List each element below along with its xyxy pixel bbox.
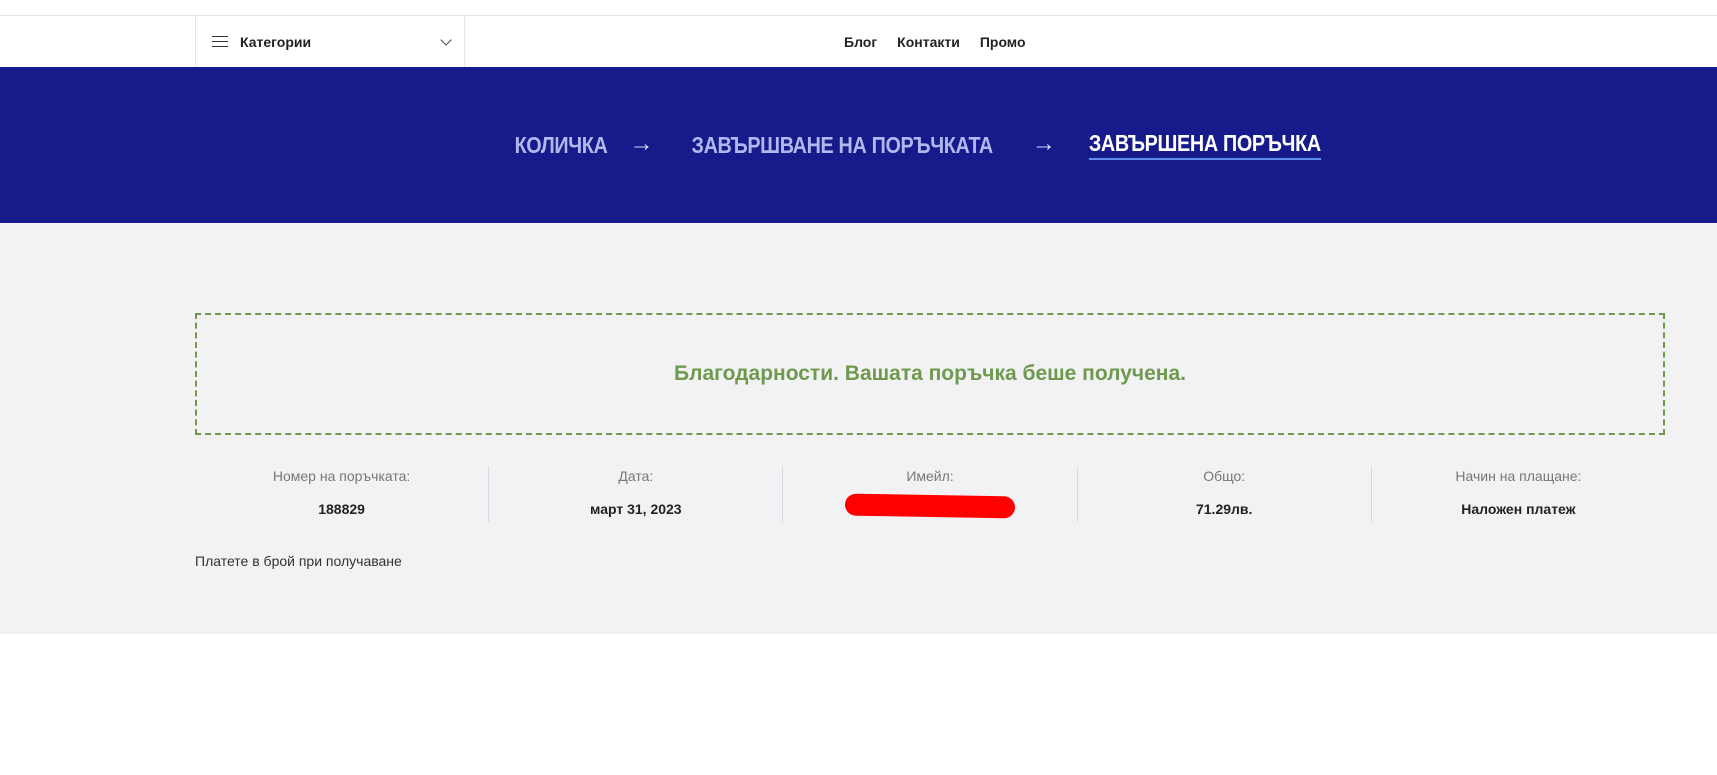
email-label: Имейл:: [906, 468, 954, 484]
step-checkout[interactable]: ЗАВЪРШВАНЕ НА ПОРЪЧКАТА: [692, 132, 994, 159]
chevron-down-icon: [440, 33, 452, 46]
top-bar: [0, 0, 1717, 16]
order-received-section: Благодарности. Вашата поръчка беше получ…: [0, 223, 1717, 634]
arrow-right-icon: →: [1031, 130, 1056, 157]
total-value: 71.29лв.: [1195, 501, 1253, 517]
page-bottom: [0, 634, 1717, 775]
menu-icon: [212, 35, 228, 48]
nav-link-contacts[interactable]: Контакти: [897, 34, 960, 50]
overview-payment-method: Начин на плащане: Наложен платеж: [1372, 466, 1665, 522]
date-label: Дата:: [618, 468, 654, 484]
step-cart[interactable]: КОЛИЧКА: [515, 132, 608, 159]
overview-email: Имейл:: [783, 466, 1078, 522]
payment-instructions: Платете в брой при получаване: [195, 553, 402, 569]
site-header: Категории Блог Контакти Промо: [0, 16, 1717, 67]
overview-date: Дата: март 31, 2023: [489, 466, 784, 522]
email-redaction: [844, 493, 1016, 519]
order-number-label: Номер на поръчката:: [272, 468, 411, 484]
breadcrumb: КОЛИЧКА → ЗАВЪРШВАНЕ НА ПОРЪЧКАТА → ЗАВЪ…: [0, 67, 1717, 223]
nav-link-blog[interactable]: Блог: [844, 34, 877, 50]
total-label: Общо:: [1203, 468, 1246, 484]
categories-dropdown[interactable]: Категории: [195, 16, 465, 67]
overview-total: Общо: 71.29лв.: [1078, 466, 1372, 522]
nav-link-promo[interactable]: Промо: [980, 34, 1026, 50]
arrow-right-icon: →: [629, 130, 654, 157]
main-nav: Блог Контакти Промо: [844, 16, 1026, 67]
order-received-notice: Благодарности. Вашата поръчка беше получ…: [195, 313, 1665, 435]
notice-text: Благодарности. Вашата поръчка беше получ…: [674, 362, 1186, 385]
payment-method-label: Начин на плащане:: [1455, 468, 1582, 484]
overview-order-number: Номер на поръчката: 188829: [195, 466, 490, 522]
order-overview: Номер на поръчката: 188829 Дата: март 31…: [195, 466, 1665, 522]
checkout-steps-banner: КОЛИЧКА → ЗАВЪРШВАНЕ НА ПОРЪЧКАТА → ЗАВЪ…: [0, 67, 1717, 223]
categories-label: Категории: [240, 33, 312, 50]
step-order-complete: ЗАВЪРШЕНА ПОРЪЧКА: [1088, 130, 1321, 160]
date-value: март 31, 2023: [590, 501, 682, 517]
payment-method-value: Наложен платеж: [1461, 501, 1576, 517]
order-number-value: 188829: [318, 501, 365, 517]
